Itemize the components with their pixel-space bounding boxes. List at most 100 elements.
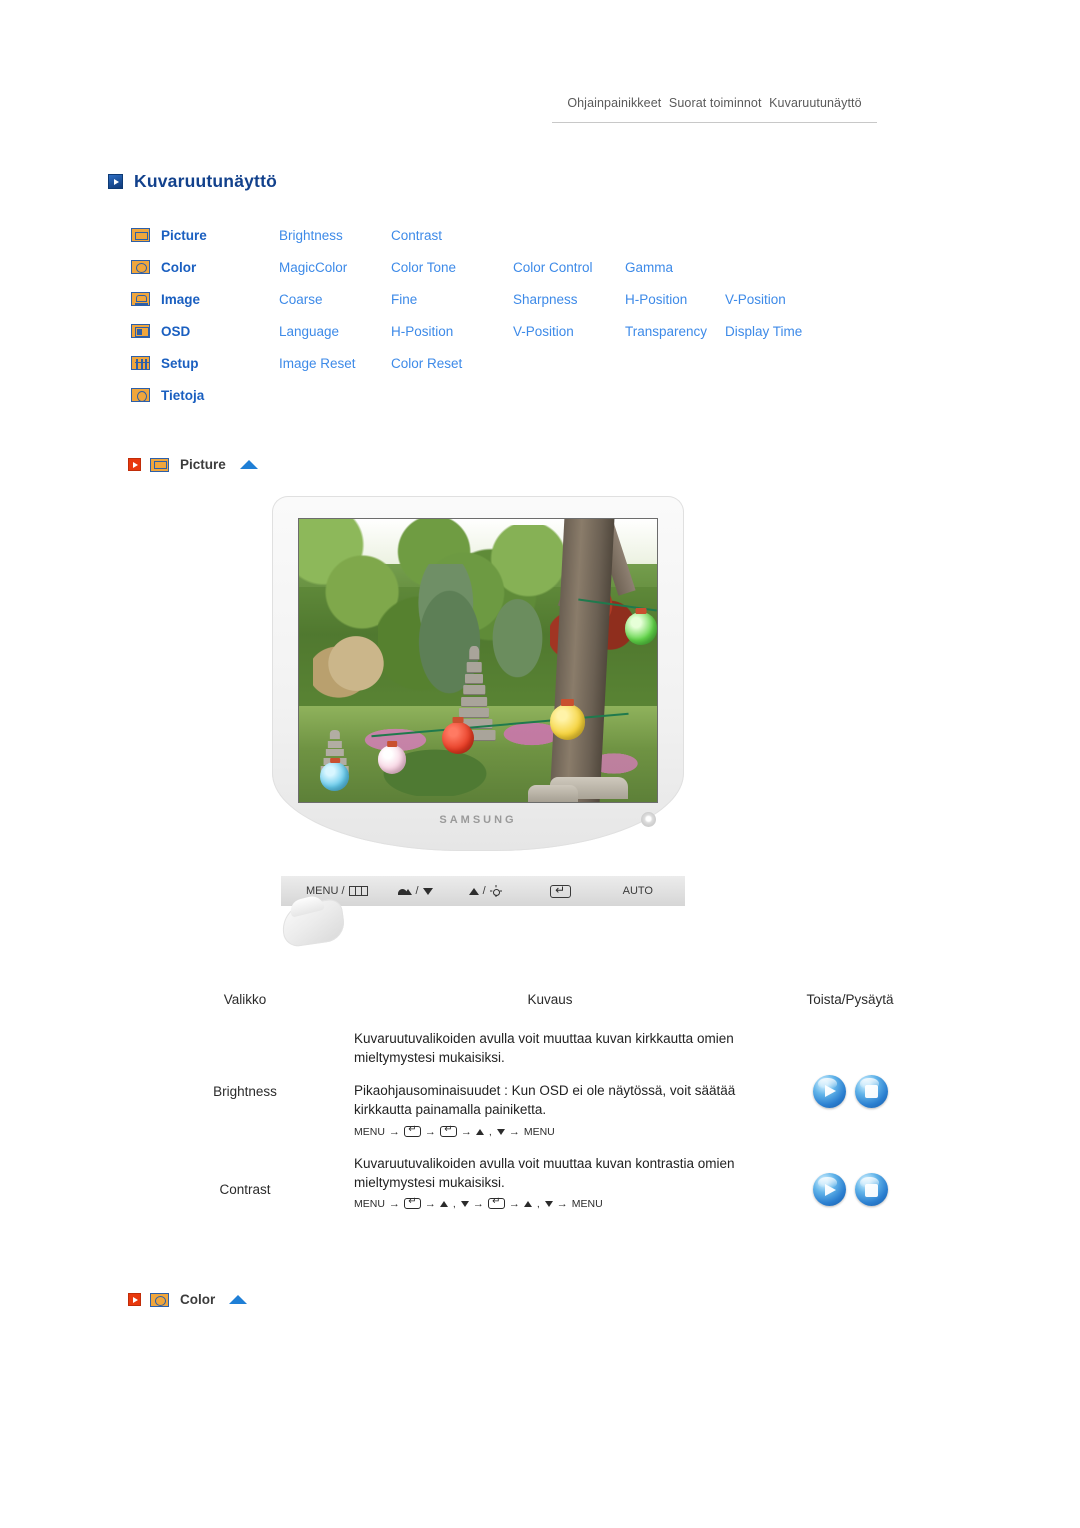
blue-arrow-icon [108, 174, 123, 189]
menu-map-icon-cell [131, 283, 161, 315]
menu-category-osd[interactable]: OSD [161, 315, 279, 347]
menu-category-image[interactable]: Image [161, 283, 279, 315]
enter-button[interactable] [549, 883, 571, 898]
lantern-pink-icon [377, 745, 407, 774]
menu-item-empty-5 [279, 379, 391, 411]
menu-item-v-position-image[interactable]: V-Position [725, 283, 802, 315]
setup-icon [131, 356, 150, 370]
magicbright-down-button[interactable]: / [397, 885, 433, 897]
picture-icon [131, 228, 150, 242]
scroll-to-top-icon[interactable] [239, 460, 258, 469]
up-arrow-icon [439, 1200, 448, 1207]
nav-menu-label: MENU [354, 1197, 385, 1210]
menu-item-color-reset[interactable]: Color Reset [391, 347, 513, 379]
row-buttons-contrast [760, 1154, 940, 1226]
stop-button[interactable] [854, 1074, 888, 1108]
red-arrow-icon [128, 458, 141, 471]
menu-item-language[interactable]: Language [279, 315, 391, 347]
nav-arrow-icon: → [472, 1197, 484, 1210]
table-row: Brightness Kuvaruutuvalikoiden avulla vo… [150, 1029, 940, 1154]
page-root: Ohjainpainikkeet Suorat toiminnot Kuvaru… [0, 0, 1080, 1528]
section-header-color: Color [128, 1292, 248, 1307]
section-label: Picture [180, 457, 226, 472]
menu-category-color[interactable]: Color [161, 251, 279, 283]
enter-icon [403, 1124, 421, 1138]
nav-arrow-icon: → [508, 1197, 520, 1210]
menu-map-icon-cell [131, 219, 161, 251]
breadcrumb-item-2[interactable]: Suorat toiminnot [667, 96, 764, 110]
lantern-red-icon [442, 721, 475, 754]
table-header-row: Valikko Kuvaus Toista/Pysäytä [150, 988, 940, 1029]
nav-sequence-contrast: MENU → → , → → , → MENU [354, 1196, 760, 1226]
menu-item-empty-8 [625, 379, 725, 411]
menu-item-h-position-image[interactable]: H-Position [625, 283, 725, 315]
page-title: Kuvaruutunäyttö [108, 171, 277, 192]
stop-button[interactable] [854, 1173, 888, 1207]
scroll-to-top-icon[interactable] [229, 1295, 248, 1304]
menu-item-display-time[interactable]: Display Time [725, 315, 802, 347]
column-header-description: Kuvaus [527, 992, 573, 1007]
menu-item-magiccolor[interactable]: MagicColor [279, 251, 391, 283]
up-brightness-button[interactable]: / [468, 885, 502, 897]
menu-category-picture[interactable]: Picture [161, 219, 279, 251]
row-label-contrast: Contrast [219, 1182, 271, 1198]
power-button[interactable] [641, 812, 656, 827]
table-row: Tietoja [131, 379, 802, 411]
menu-item-sharpness[interactable]: Sharpness [513, 283, 625, 315]
menu-item-color-control[interactable]: Color Control [513, 251, 625, 283]
osd-icon [131, 324, 150, 338]
nav-arrow-icon: → [556, 1197, 568, 1210]
nav-menu-label: MENU [523, 1125, 555, 1138]
row-label-brightness: Brightness [213, 1083, 277, 1099]
menu-map-icon-cell [131, 251, 161, 283]
menu-item-brightness[interactable]: Brightness [279, 219, 391, 251]
enter-icon [487, 1196, 505, 1210]
lantern-yellow-icon [549, 703, 586, 740]
breadcrumb-item-3[interactable]: Kuvaruutunäyttö [767, 96, 864, 110]
menu-item-empty-2 [625, 219, 725, 251]
menu-category-setup[interactable]: Setup [161, 347, 279, 379]
menu-item-empty-1 [513, 219, 625, 251]
description-paragraph: Pikaohjausominaisuudet : Kun OSD ei ole … [354, 1083, 736, 1118]
breadcrumb: Ohjainpainikkeet Suorat toiminnot Kuvaru… [552, 96, 877, 110]
table-row: Color MagicColor Color Tone Color Contro… [131, 251, 802, 283]
nav-arrow-icon: → [424, 1125, 436, 1138]
breadcrumb-item-1[interactable]: Ohjainpainikkeet [565, 96, 663, 110]
menu-category-tietoja[interactable]: Tietoja [161, 379, 279, 411]
menu-item-fine[interactable]: Fine [391, 283, 513, 315]
auto-button[interactable]: AUTO [623, 885, 653, 897]
auto-button-label: AUTO [622, 885, 653, 897]
table-row: Image Coarse Fine Sharpness H-Position V… [131, 283, 802, 315]
play-button[interactable] [812, 1173, 846, 1207]
menu-button[interactable]: MENU / [306, 885, 368, 897]
menu-item-empty-6 [391, 379, 513, 411]
menu-item-coarse[interactable]: Coarse [279, 283, 391, 315]
menu-map-icon-cell [131, 379, 161, 411]
play-button[interactable] [812, 1074, 846, 1108]
magicbright-icon [397, 887, 412, 895]
nav-separator: , [536, 1197, 540, 1210]
down-arrow-icon [496, 1128, 505, 1135]
description-paragraph: Kuvaruutuvalikoiden avulla voit muuttaa … [354, 1031, 734, 1066]
osd-panel-icon [348, 886, 368, 896]
menu-item-contrast[interactable]: Contrast [391, 219, 513, 251]
row-buttons-brightness [760, 1029, 940, 1154]
nav-menu-label: MENU [354, 1125, 385, 1138]
menu-item-transparency[interactable]: Transparency [625, 315, 725, 347]
table-row: OSD Language H-Position V-Position Trans… [131, 315, 802, 347]
description-paragraph: Kuvaruutuvalikoiden avulla voit muuttaa … [354, 1155, 735, 1190]
menu-item-gamma[interactable]: Gamma [625, 251, 725, 283]
down-button-label: / [415, 885, 419, 897]
section-header-picture: Picture [128, 457, 258, 472]
menu-item-v-position-osd[interactable]: V-Position [513, 315, 625, 347]
breadcrumb-divider [552, 122, 877, 123]
menu-map-table: Picture Brightness Contrast Color MagicC… [131, 219, 802, 411]
lantern-green-icon [624, 612, 657, 645]
menu-item-h-position-osd[interactable]: H-Position [391, 315, 513, 347]
menu-item-image-reset[interactable]: Image Reset [279, 347, 391, 379]
enter-icon [403, 1196, 421, 1210]
description-table: Valikko Kuvaus Toista/Pysäytä Brightness… [150, 988, 940, 1226]
image-icon [131, 292, 150, 306]
menu-item-color-tone[interactable]: Color Tone [391, 251, 513, 283]
enter-icon [439, 1124, 457, 1138]
